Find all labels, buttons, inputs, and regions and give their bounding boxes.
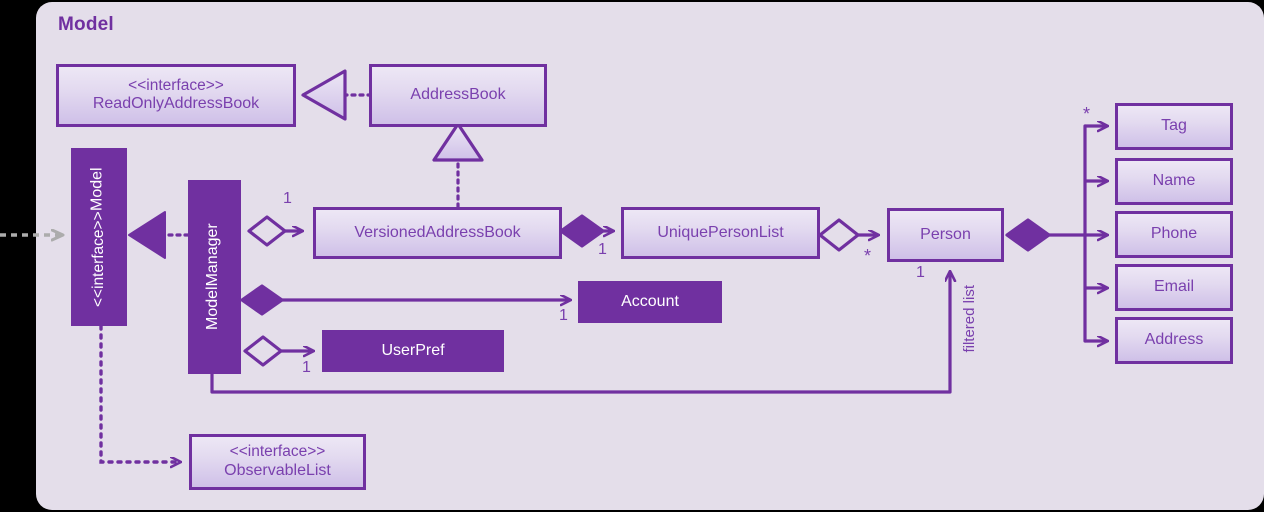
class-name-label: UniquePersonList [657, 223, 784, 241]
class-name-label: UserPref [381, 341, 445, 359]
multiplicity-person-attributes: * [1083, 104, 1091, 124]
class-name-label: AddressBook [410, 86, 506, 104]
multiplicity-modelmanager-account: 1 [559, 307, 568, 324]
class-uniquepersonlist[interactable]: UniquePersonList [621, 207, 820, 259]
class-address[interactable]: Address [1115, 317, 1233, 364]
multiplicity-filteredlist-person: 1 [916, 264, 925, 281]
class-name-label: Address [1144, 331, 1204, 349]
stereotype-label: <<interface>> [89, 210, 107, 307]
multiplicity-modelmanager-versionedaddressbook: 1 [283, 190, 292, 207]
class-account[interactable]: Account [578, 281, 722, 323]
class-model[interactable]: <<interface>> Model [71, 148, 127, 326]
class-versionedaddressbook[interactable]: VersionedAddressBook [313, 207, 562, 259]
stereotype-label: <<interface>> [229, 443, 326, 461]
stereotype-label: <<interface>> [128, 76, 224, 94]
page-title: Model [58, 14, 114, 35]
class-userpref[interactable]: UserPref [322, 330, 504, 372]
multiplicity-uniquepersonlist-person: * [864, 246, 872, 266]
class-name-label: Account [621, 292, 679, 310]
class-name-label: Email [1153, 278, 1194, 296]
class-name-label: ObservableList [224, 461, 331, 479]
class-addressbook[interactable]: AddressBook [369, 64, 547, 127]
class-modelmanager[interactable]: ModelManager [188, 180, 241, 374]
class-name-label: VersionedAddressBook [354, 223, 521, 241]
class-name-label: Name [1152, 172, 1196, 190]
class-email[interactable]: Email [1115, 264, 1233, 311]
class-observablelist[interactable]: <<interface>> ObservableList [189, 434, 366, 490]
uml-diagram-canvas: Model ReadOnlyAddressBook (hollow triang… [0, 0, 1264, 512]
class-readonlyaddressbook[interactable]: <<interface>> ReadOnlyAddressBook [56, 64, 296, 127]
class-name-label: Model [88, 167, 106, 211]
class-name-label: Phone [1150, 225, 1198, 243]
multiplicity-modelmanager-userpref: 1 [302, 359, 311, 376]
edge-label-filtered-list: filtered list [961, 285, 978, 353]
class-name[interactable]: Name [1115, 158, 1233, 205]
class-person[interactable]: Person [887, 208, 1004, 262]
class-name-label: Person [920, 225, 971, 243]
class-phone[interactable]: Phone [1115, 211, 1233, 258]
class-name-label: Tag [1161, 117, 1187, 135]
class-name-label: ModelManager [204, 223, 222, 331]
class-name-label: ReadOnlyAddressBook [92, 95, 260, 113]
multiplicity-versioned-uniquepersonlist: 1 [598, 241, 607, 258]
class-tag[interactable]: Tag [1115, 103, 1233, 150]
